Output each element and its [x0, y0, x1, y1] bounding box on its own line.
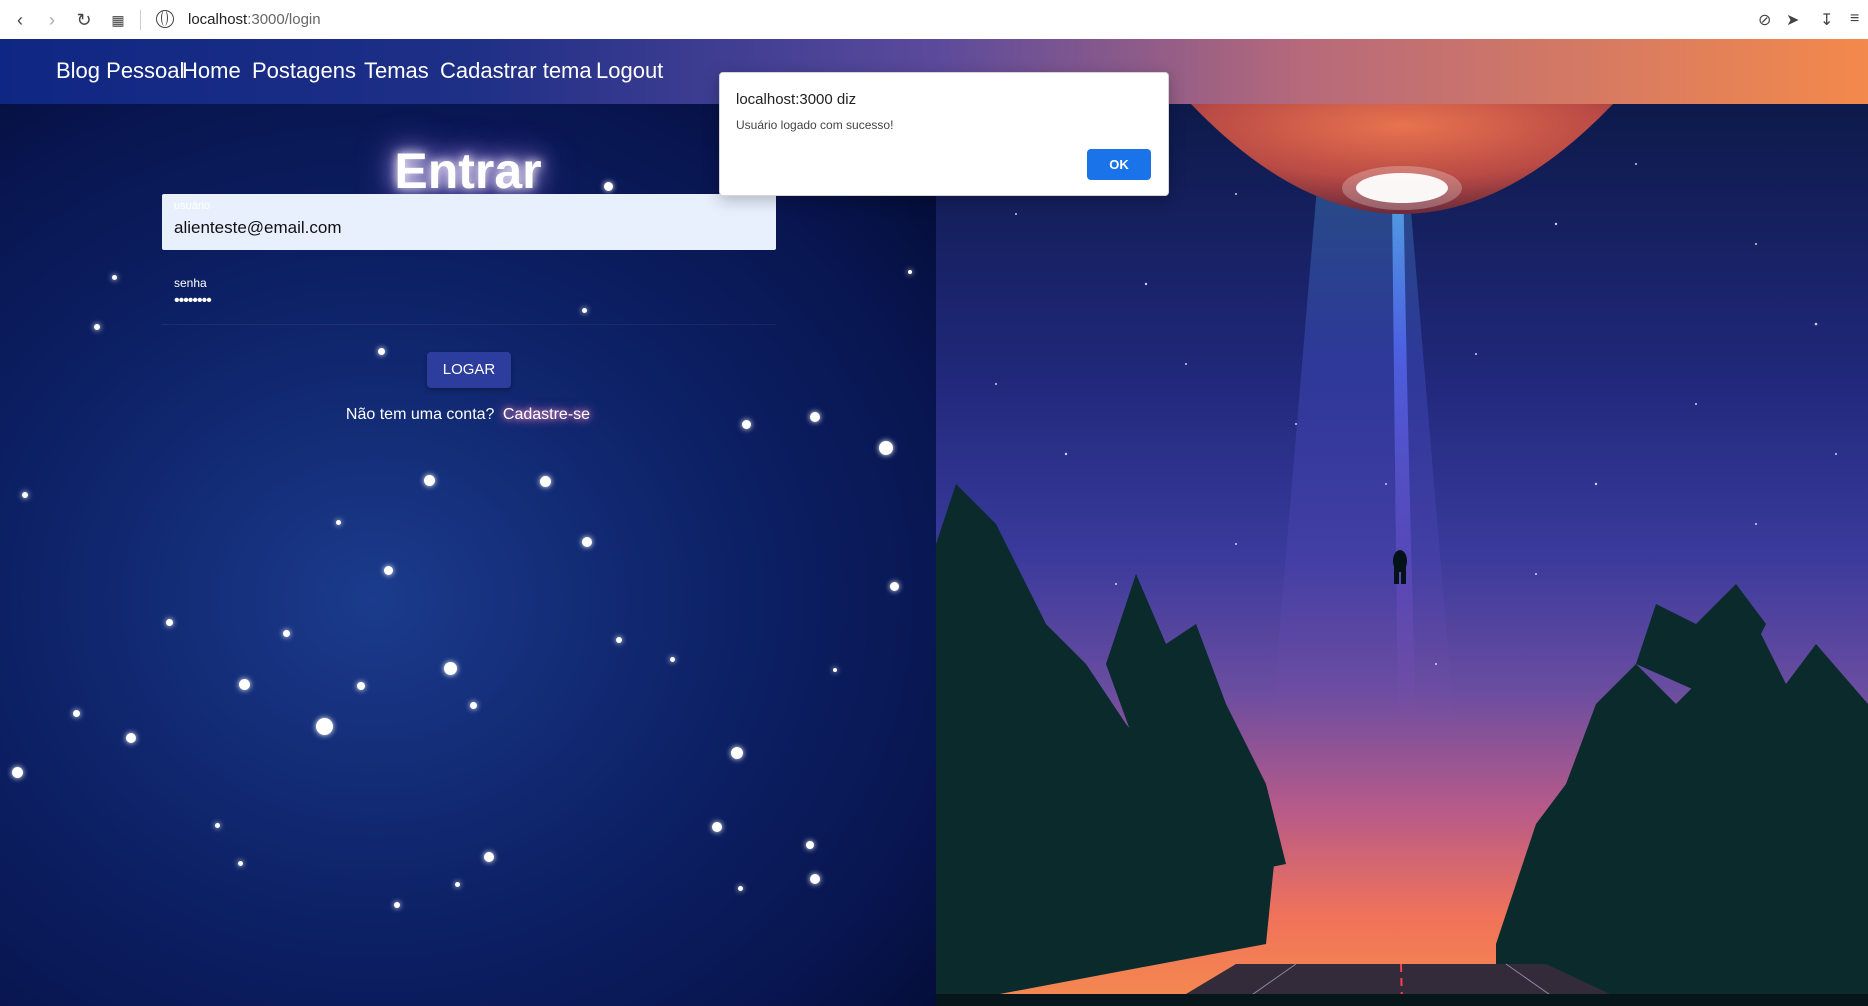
browser-toolbar: ‹ › ↻ ▦ localhost:3000/login ⊘ ➤ ↧ ≡: [0, 0, 1868, 40]
url-path: :3000/login: [247, 11, 321, 28]
back-icon[interactable]: ‹: [8, 8, 32, 32]
block-icon[interactable]: ⊘: [1758, 10, 1771, 30]
send-icon[interactable]: ➤: [1786, 10, 1799, 30]
url-host: localhost: [188, 11, 248, 28]
nav-logout[interactable]: Logout: [596, 58, 663, 84]
username-label: usuário: [174, 200, 211, 212]
dialog-ok-button[interactable]: OK: [1087, 149, 1151, 180]
signup-link[interactable]: Cadastre-se: [503, 406, 590, 423]
username-field[interactable]: usuário alienteste@email.com: [162, 194, 776, 250]
reload-icon[interactable]: ↻: [72, 8, 96, 32]
username-input[interactable]: alienteste@email.com: [174, 218, 342, 238]
site-info-icon[interactable]: [156, 10, 174, 28]
alert-dialog: localhost:3000 diz Usuário logado com su…: [719, 72, 1169, 196]
nav-brand[interactable]: Blog Pessoal: [56, 58, 184, 84]
ufo-illustration: [936, 104, 1868, 1006]
nav-temas[interactable]: Temas: [364, 58, 429, 84]
password-input[interactable]: ••••••••: [174, 292, 212, 310]
dialog-title: localhost:3000 diz: [736, 91, 857, 108]
nav-cadastrar-tema[interactable]: Cadastrar tema: [440, 58, 592, 84]
password-label: senha: [174, 276, 207, 290]
nav-postagens[interactable]: Postagens: [252, 58, 356, 84]
login-button[interactable]: LOGAR: [427, 352, 511, 388]
ufo-scene-image: [936, 104, 1868, 1006]
page: Blog Pessoal Home Postagens Temas Cadast…: [0, 39, 1868, 1006]
login-panel: Entrar usuário alienteste@email.com senh…: [0, 104, 936, 1006]
dialog-message: Usuário logado com sucesso!: [736, 118, 894, 132]
forward-icon[interactable]: ›: [40, 8, 64, 32]
signup-row: Não tem uma conta? Cadastre-se: [0, 406, 936, 424]
password-field[interactable]: senha ••••••••: [162, 268, 776, 325]
tabs-grid-icon[interactable]: ▦: [106, 8, 130, 32]
nav-home[interactable]: Home: [182, 58, 241, 84]
download-icon[interactable]: ↧: [1820, 10, 1833, 30]
address-bar[interactable]: localhost:3000/login: [188, 11, 321, 28]
toolbar-divider: [140, 10, 141, 30]
menu-icon[interactable]: ≡: [1850, 10, 1859, 28]
no-account-text: Não tem uma conta?: [345, 406, 495, 423]
